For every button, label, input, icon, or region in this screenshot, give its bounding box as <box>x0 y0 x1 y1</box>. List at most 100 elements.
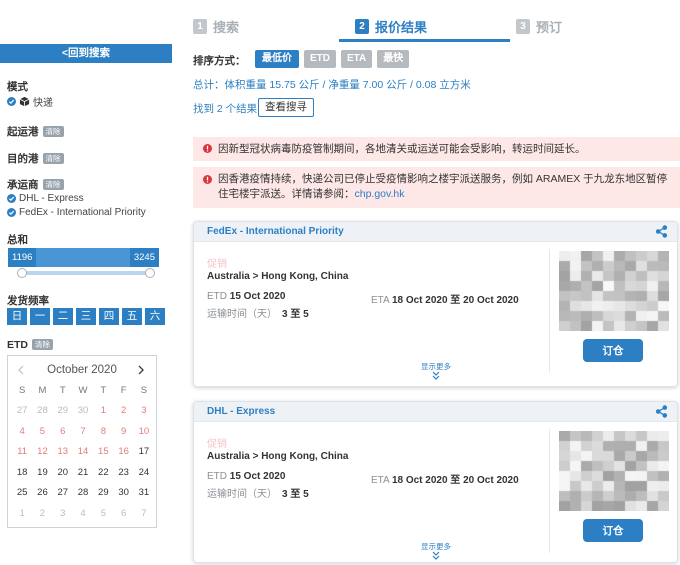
active-step-underline <box>339 39 510 42</box>
carrier-label: 承运商 清除 <box>7 177 64 192</box>
step-label: 搜索 <box>213 20 240 35</box>
step-booking[interactable]: 3 预订 <box>516 17 562 36</box>
calendar-day[interactable]: 30 <box>113 483 133 504</box>
transit-time-text: 运输时间（天） 3 至 5 <box>207 485 309 500</box>
calendar-day[interactable]: 26 <box>32 483 52 504</box>
calendar-weekday: M <box>38 385 47 396</box>
alert-text: 因新型冠状病毒防疫管制期间，各地清关或运送可能会受影响，转运时间延长。 <box>218 143 586 155</box>
etd-clear-button[interactable]: 清除 <box>32 339 53 350</box>
day-button-fri[interactable]: 五 <box>122 308 142 325</box>
calendar-week-row: 27 28 29 30 1 2 3 <box>12 401 154 422</box>
calendar-day[interactable]: 20 <box>53 463 73 484</box>
route-text: Australia > Hong Kong, China <box>207 271 349 282</box>
calendar-weekday: S <box>140 385 148 396</box>
chp-link[interactable]: chp.gov.hk <box>355 188 405 200</box>
step-quote-results[interactable]: 2 报价结果 <box>355 17 427 36</box>
share-icon[interactable] <box>655 225 668 241</box>
carrier-option-label: FedEx - International Priority <box>19 207 146 218</box>
step-label: 报价结果 <box>375 20 428 35</box>
check-circle-icon <box>7 97 16 106</box>
route-text: Australia > Hong Kong, China <box>207 451 349 462</box>
step-number: 2 <box>355 19 369 34</box>
double-chevron-down-icon[interactable] <box>431 371 441 383</box>
calendar-day[interactable]: 22 <box>93 463 113 484</box>
calendar-day: 29 <box>57 405 69 416</box>
card-carrier-title: FedEx - International Priority <box>207 226 344 237</box>
carrier-option-label: DHL - Express <box>19 193 84 204</box>
etd-value: 15 Oct 2020 <box>229 291 286 302</box>
sort-button-lowest-price[interactable]: 最低价 <box>255 50 299 68</box>
calendar-week-row: 11 12 13 14 15 16 17 <box>12 442 154 463</box>
mode-option-express[interactable]: 快递 <box>7 94 53 109</box>
alert-hk-delivery-notice: 因香港疫情持续，快递公司已停止受疫情影响之楼宇派送服务，例如 ARAMEX 于九… <box>193 167 680 208</box>
chevron-right-icon[interactable] <box>138 365 145 378</box>
range-handle-max[interactable] <box>145 268 155 278</box>
sort-buttons: 最低价 ETD ETA 最快 <box>255 50 410 68</box>
transit-label: 运输时间（天） <box>207 309 277 320</box>
calendar-day: 27 <box>16 405 28 416</box>
calendar-day[interactable]: 28 <box>73 483 93 504</box>
sort-button-eta[interactable]: ETA <box>341 50 373 68</box>
day-button-mon[interactable]: 一 <box>30 308 50 325</box>
etd-text: ETD 15 Oct 2020 <box>207 291 285 302</box>
calendar-day[interactable]: 17 <box>134 442 154 463</box>
sort-button-etd[interactable]: ETD <box>304 50 336 68</box>
alert-covid-notice: 因新型冠状病毒防疫管制期间，各地清关或运送可能会受影响，转运时间延长。 <box>193 137 680 161</box>
calendar-day: 15 <box>98 446 109 458</box>
range-min-label: 1196 <box>8 248 37 267</box>
share-icon[interactable] <box>655 405 668 421</box>
calendar-day: 7 <box>80 425 86 437</box>
day-button-sun[interactable]: 日 <box>7 308 27 325</box>
price-range-slider[interactable]: 1196 3245 <box>8 248 159 267</box>
calendar-day: 5 <box>100 507 106 519</box>
back-to-search-button[interactable]: <回到搜索 <box>0 44 172 63</box>
range-max-label: 3245 <box>129 248 159 267</box>
book-button[interactable]: 订仓 <box>583 519 643 542</box>
calendar-day[interactable]: 31 <box>134 483 154 504</box>
calendar-weekday-row: SMTWTFS <box>12 384 154 398</box>
eta-label: ETA <box>371 475 390 486</box>
card-header: DHL - Express <box>194 402 677 422</box>
range-track[interactable] <box>22 271 150 275</box>
calendar-day: 3 <box>141 405 147 416</box>
calendar-day[interactable]: 27 <box>53 483 73 504</box>
eta-text: ETA 18 Oct 2020 至 20 Oct 2020 <box>371 471 519 486</box>
calendar-weekday: T <box>100 385 107 396</box>
calendar-day[interactable]: 25 <box>12 483 32 504</box>
day-button-thu[interactable]: 四 <box>99 308 119 325</box>
calendar-day: 13 <box>57 446 69 458</box>
calendar-day[interactable]: 18 <box>12 463 32 484</box>
calendar-day[interactable]: 19 <box>32 463 52 484</box>
calendar-day[interactable]: 24 <box>134 463 154 484</box>
range-handle-min[interactable] <box>17 268 27 278</box>
view-search-button[interactable]: 查看搜寻 <box>258 98 314 117</box>
sort-button-fastest[interactable]: 最快 <box>377 50 410 68</box>
calendar-day: 4 <box>80 507 86 519</box>
calendar-day[interactable]: 29 <box>93 483 113 504</box>
cube-icon <box>19 96 30 107</box>
carrier-option-dhl[interactable]: DHL - Express <box>7 193 84 204</box>
step-search[interactable]: 1 搜索 <box>193 17 239 36</box>
day-button-sat[interactable]: 六 <box>145 308 165 325</box>
origin-clear-button[interactable]: 清除 <box>42 126 64 137</box>
calendar-day: 5 <box>39 425 46 437</box>
calendar-day: 14 <box>77 446 89 458</box>
calendar-day: 8 <box>100 425 106 437</box>
carrier-clear-button[interactable]: 清除 <box>42 179 64 190</box>
calendar-day[interactable]: 21 <box>73 463 93 484</box>
promo-label: 促销 <box>207 439 227 450</box>
day-button-tue[interactable]: 二 <box>53 308 73 325</box>
frequency-label: 发货频率 <box>7 295 49 307</box>
sort-label: 排序方式： <box>193 55 246 67</box>
mode-label: 模式 <box>7 81 28 93</box>
result-card-fedex: FedEx - International Priority 促销 Austra… <box>193 221 678 387</box>
card-header: FedEx - International Priority <box>194 222 677 242</box>
day-button-wed[interactable]: 三 <box>76 308 96 325</box>
double-chevron-down-icon[interactable] <box>431 551 441 562</box>
calendar-week-row: 18 19 20 21 22 23 24 <box>12 463 154 484</box>
carrier-option-fedex[interactable]: FedEx - International Priority <box>7 207 146 218</box>
calendar-day[interactable]: 23 <box>113 463 133 484</box>
destination-clear-button[interactable]: 清除 <box>42 153 64 164</box>
book-button[interactable]: 订仓 <box>583 339 643 362</box>
calendar-day: 2 <box>39 507 46 519</box>
